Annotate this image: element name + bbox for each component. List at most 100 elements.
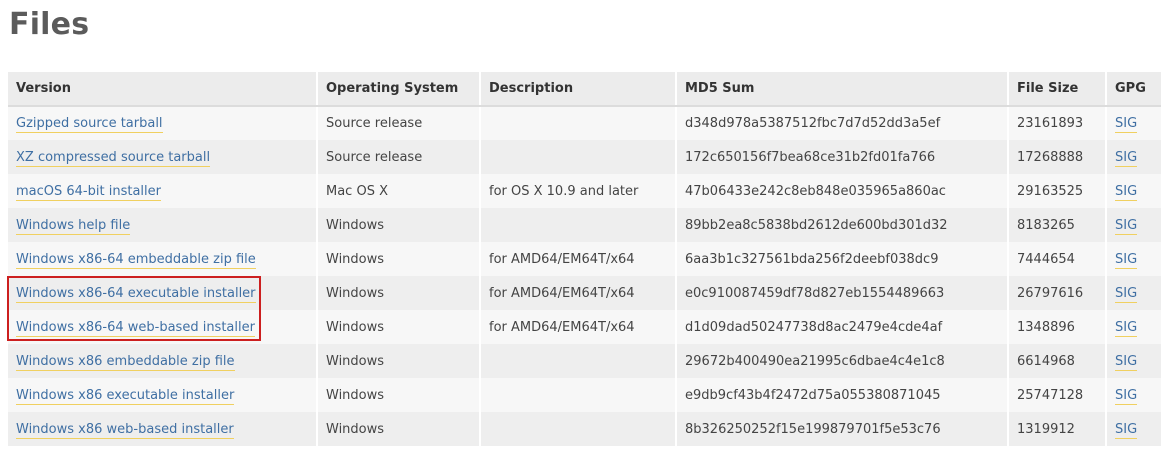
size-cell: 8183265 bbox=[1008, 208, 1107, 242]
table-row: Windows x86 executable installer Windows… bbox=[8, 378, 1161, 412]
version-cell: XZ compressed source tarball bbox=[8, 140, 318, 174]
size-cell: 7444654 bbox=[1008, 242, 1107, 276]
table-row: Windows x86 web-based installer Windows … bbox=[8, 412, 1161, 446]
size-cell: 1319912 bbox=[1008, 412, 1107, 446]
os-cell: Windows bbox=[317, 344, 481, 378]
gpg-cell: SIG bbox=[1106, 276, 1161, 310]
os-cell: Windows bbox=[317, 276, 481, 310]
md5-cell: 89bb2ea8c5838bd2612de600bd301d32 bbox=[676, 208, 1009, 242]
md5-cell: 6aa3b1c327561bda256f2deebf038dc9 bbox=[676, 242, 1009, 276]
gpg-cell: SIG bbox=[1106, 242, 1161, 276]
size-cell: 25747128 bbox=[1008, 378, 1107, 412]
os-cell: Source release bbox=[317, 106, 481, 140]
description-cell bbox=[480, 140, 677, 174]
description-cell bbox=[480, 106, 677, 140]
file-download-link[interactable]: Windows x86 embeddable zip file bbox=[16, 353, 235, 371]
md5-cell: d1d09dad50247738d8ac2479e4cde4af bbox=[676, 310, 1009, 344]
table-header-row: Version Operating System Description MD5… bbox=[8, 72, 1161, 107]
size-cell: 29163525 bbox=[1008, 174, 1107, 208]
size-cell: 6614968 bbox=[1008, 344, 1107, 378]
sig-link[interactable]: SIG bbox=[1115, 183, 1138, 201]
table-row: Gzipped source tarball Source release d3… bbox=[8, 106, 1161, 140]
description-cell: for OS X 10.9 and later bbox=[480, 174, 677, 208]
file-download-link[interactable]: Windows help file bbox=[16, 217, 131, 235]
md5-cell: e0c910087459df78d827eb1554489663 bbox=[676, 276, 1009, 310]
gpg-cell: SIG bbox=[1106, 174, 1161, 208]
sig-link[interactable]: SIG bbox=[1115, 217, 1138, 235]
sig-link[interactable]: SIG bbox=[1115, 285, 1138, 303]
version-cell: Windows x86 embeddable zip file bbox=[8, 344, 318, 378]
header-description: Description bbox=[480, 72, 677, 107]
sig-link[interactable]: SIG bbox=[1115, 319, 1138, 337]
table-row: Windows x86-64 embeddable zip file Windo… bbox=[8, 242, 1161, 276]
description-cell bbox=[480, 378, 677, 412]
file-download-link[interactable]: Windows x86-64 embeddable zip file bbox=[16, 251, 256, 269]
md5-cell: d348d978a5387512fbc7d7d52dd3a5ef bbox=[676, 106, 1009, 140]
sig-link[interactable]: SIG bbox=[1115, 251, 1138, 269]
gpg-cell: SIG bbox=[1106, 412, 1161, 446]
table-row: Windows x86 embeddable zip file Windows … bbox=[8, 344, 1161, 378]
page-title: Files bbox=[9, 7, 90, 42]
sig-link[interactable]: SIG bbox=[1115, 353, 1138, 371]
description-cell: for AMD64/EM64T/x64 bbox=[480, 242, 677, 276]
version-cell: macOS 64-bit installer bbox=[8, 174, 318, 208]
gpg-cell: SIG bbox=[1106, 378, 1161, 412]
file-download-link[interactable]: Windows x86 executable installer bbox=[16, 387, 235, 405]
sig-link[interactable]: SIG bbox=[1115, 149, 1138, 167]
description-cell: for AMD64/EM64T/x64 bbox=[480, 310, 677, 344]
os-cell: Windows bbox=[317, 208, 481, 242]
file-download-link[interactable]: Windows x86-64 web-based installer bbox=[16, 319, 255, 337]
os-cell: Windows bbox=[317, 412, 481, 446]
version-cell: Windows x86 web-based installer bbox=[8, 412, 318, 446]
sig-link[interactable]: SIG bbox=[1115, 421, 1138, 439]
os-cell: Mac OS X bbox=[317, 174, 481, 208]
table-row: Windows help file Windows 89bb2ea8c5838b… bbox=[8, 208, 1161, 242]
sig-link[interactable]: SIG bbox=[1115, 116, 1138, 133]
gpg-cell: SIG bbox=[1106, 344, 1161, 378]
version-cell: Windows x86-64 web-based installer bbox=[8, 310, 318, 344]
gpg-cell: SIG bbox=[1106, 140, 1161, 174]
size-cell: 23161893 bbox=[1008, 106, 1107, 140]
sig-link[interactable]: SIG bbox=[1115, 387, 1138, 405]
file-download-link[interactable]: Gzipped source tarball bbox=[16, 116, 163, 133]
description-cell bbox=[480, 344, 677, 378]
os-cell: Windows bbox=[317, 378, 481, 412]
header-file-size: File Size bbox=[1008, 72, 1107, 107]
version-cell: Windows help file bbox=[8, 208, 318, 242]
header-version: Version bbox=[8, 72, 318, 107]
version-cell: Windows x86-64 executable installer bbox=[8, 276, 318, 310]
table-row: Windows x86-64 executable installer Wind… bbox=[8, 276, 1161, 310]
size-cell: 17268888 bbox=[1008, 140, 1107, 174]
os-cell: Windows bbox=[317, 310, 481, 344]
header-md5-sum: MD5 Sum bbox=[676, 72, 1009, 107]
description-cell bbox=[480, 208, 677, 242]
md5-cell: 29672b400490ea21995c6dbae4c4e1c8 bbox=[676, 344, 1009, 378]
size-cell: 1348896 bbox=[1008, 310, 1107, 344]
description-cell: for AMD64/EM64T/x64 bbox=[480, 276, 677, 310]
table-row: XZ compressed source tarball Source rele… bbox=[8, 140, 1161, 174]
files-section: Files Version Operating System Descripti… bbox=[0, 0, 1161, 449]
os-cell: Source release bbox=[317, 140, 481, 174]
header-operating-system: Operating System bbox=[317, 72, 481, 107]
gpg-cell: SIG bbox=[1106, 208, 1161, 242]
version-cell: Windows x86-64 embeddable zip file bbox=[8, 242, 318, 276]
version-cell: Windows x86 executable installer bbox=[8, 378, 318, 412]
os-cell: Windows bbox=[317, 242, 481, 276]
gpg-cell: SIG bbox=[1106, 106, 1161, 140]
header-gpg: GPG bbox=[1106, 72, 1161, 107]
file-download-link[interactable]: XZ compressed source tarball bbox=[16, 149, 211, 167]
table-row: Windows x86-64 web-based installer Windo… bbox=[8, 310, 1161, 344]
gpg-cell: SIG bbox=[1106, 310, 1161, 344]
md5-cell: 8b326250252f15e199879701f5e53c76 bbox=[676, 412, 1009, 446]
size-cell: 26797616 bbox=[1008, 276, 1107, 310]
description-cell bbox=[480, 412, 677, 446]
files-table: Version Operating System Description MD5… bbox=[8, 72, 1161, 446]
file-download-link[interactable]: Windows x86-64 executable installer bbox=[16, 285, 256, 303]
file-download-link[interactable]: Windows x86 web-based installer bbox=[16, 421, 234, 439]
table-row: macOS 64-bit installer Mac OS X for OS X… bbox=[8, 174, 1161, 208]
md5-cell: 47b06433e242c8eb848e035965a860ac bbox=[676, 174, 1009, 208]
md5-cell: e9db9cf43b4f2472d75a055380871045 bbox=[676, 378, 1009, 412]
file-download-link[interactable]: macOS 64-bit installer bbox=[16, 183, 161, 201]
md5-cell: 172c650156f7bea68ce31b2fd01fa766 bbox=[676, 140, 1009, 174]
version-cell: Gzipped source tarball bbox=[8, 106, 318, 140]
